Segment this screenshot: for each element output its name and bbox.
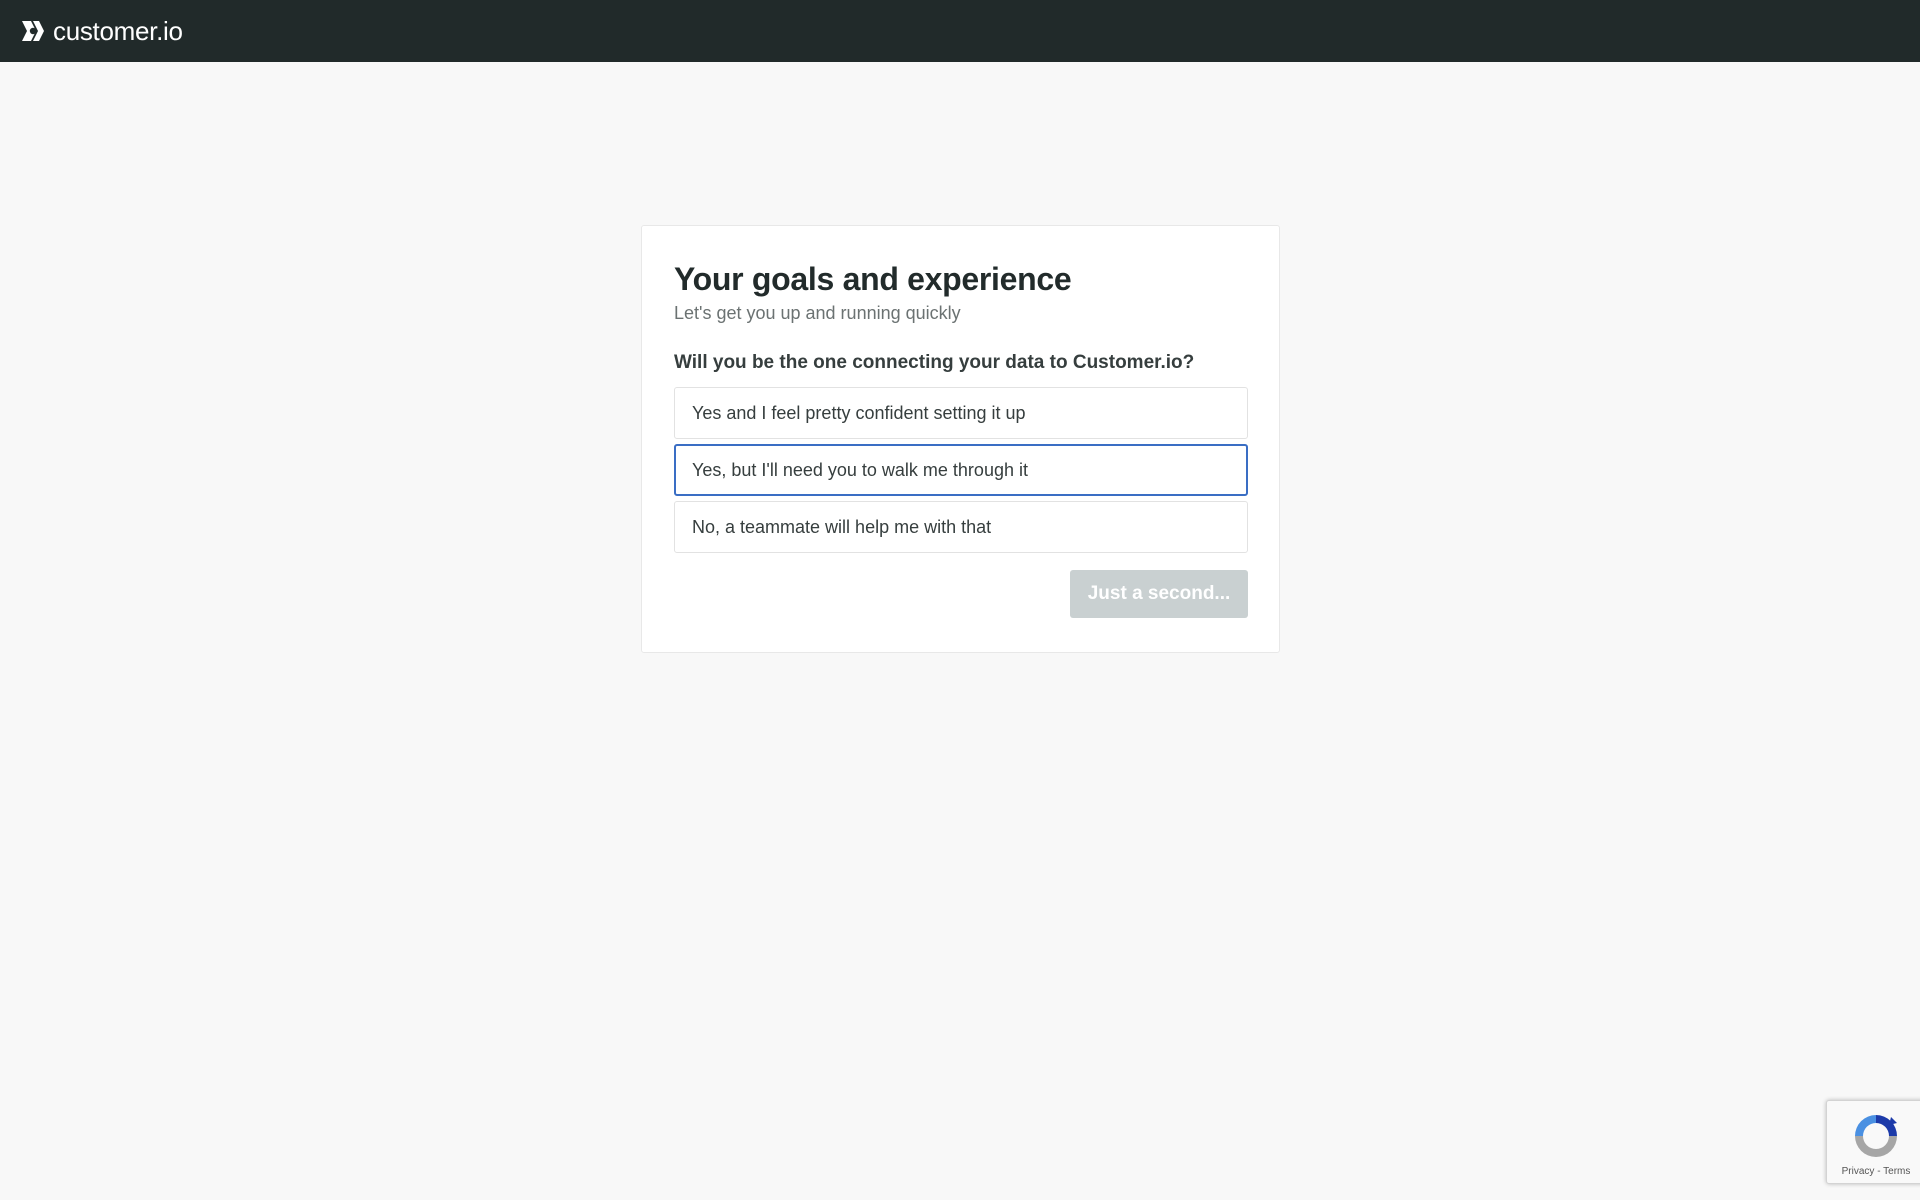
continue-button[interactable]: Just a second...: [1070, 570, 1248, 618]
customerio-logo-icon: [22, 21, 44, 41]
option-label: Yes and I feel pretty confident setting …: [692, 402, 1026, 423]
page-subtitle: Let's get you up and running quickly: [674, 303, 961, 323]
page-title: Your goals and experience: [674, 261, 1072, 297]
answer-options: Yes and I feel pretty confident setting …: [674, 387, 1248, 553]
top-navigation-bar: customer.io: [0, 0, 1920, 62]
option-teammate-helps[interactable]: No, a teammate will help me with that: [674, 501, 1248, 553]
recaptcha-links: Privacy - Terms: [1827, 1166, 1920, 1177]
brand-name: customer.io: [53, 15, 183, 46]
recaptcha-icon: [1855, 1115, 1897, 1157]
option-need-walkthrough[interactable]: Yes, but I'll need you to walk me throug…: [674, 444, 1248, 496]
option-confident-setup[interactable]: Yes and I feel pretty confident setting …: [674, 387, 1248, 439]
option-label: Yes, but I'll need you to walk me throug…: [692, 459, 1028, 480]
privacy-link[interactable]: Privacy: [1842, 1166, 1875, 1177]
onboarding-card: Your goals and experience Let's get you …: [641, 225, 1280, 653]
recaptcha-badge[interactable]: Privacy - Terms: [1826, 1100, 1920, 1184]
terms-link[interactable]: Terms: [1883, 1166, 1910, 1177]
question-label: Will you be the one connecting your data…: [674, 352, 1195, 373]
card-actions: Just a second...: [674, 570, 1248, 618]
link-separator: -: [1874, 1166, 1884, 1177]
option-label: No, a teammate will help me with that: [692, 516, 992, 537]
brand-logo[interactable]: customer.io: [20, 16, 183, 47]
